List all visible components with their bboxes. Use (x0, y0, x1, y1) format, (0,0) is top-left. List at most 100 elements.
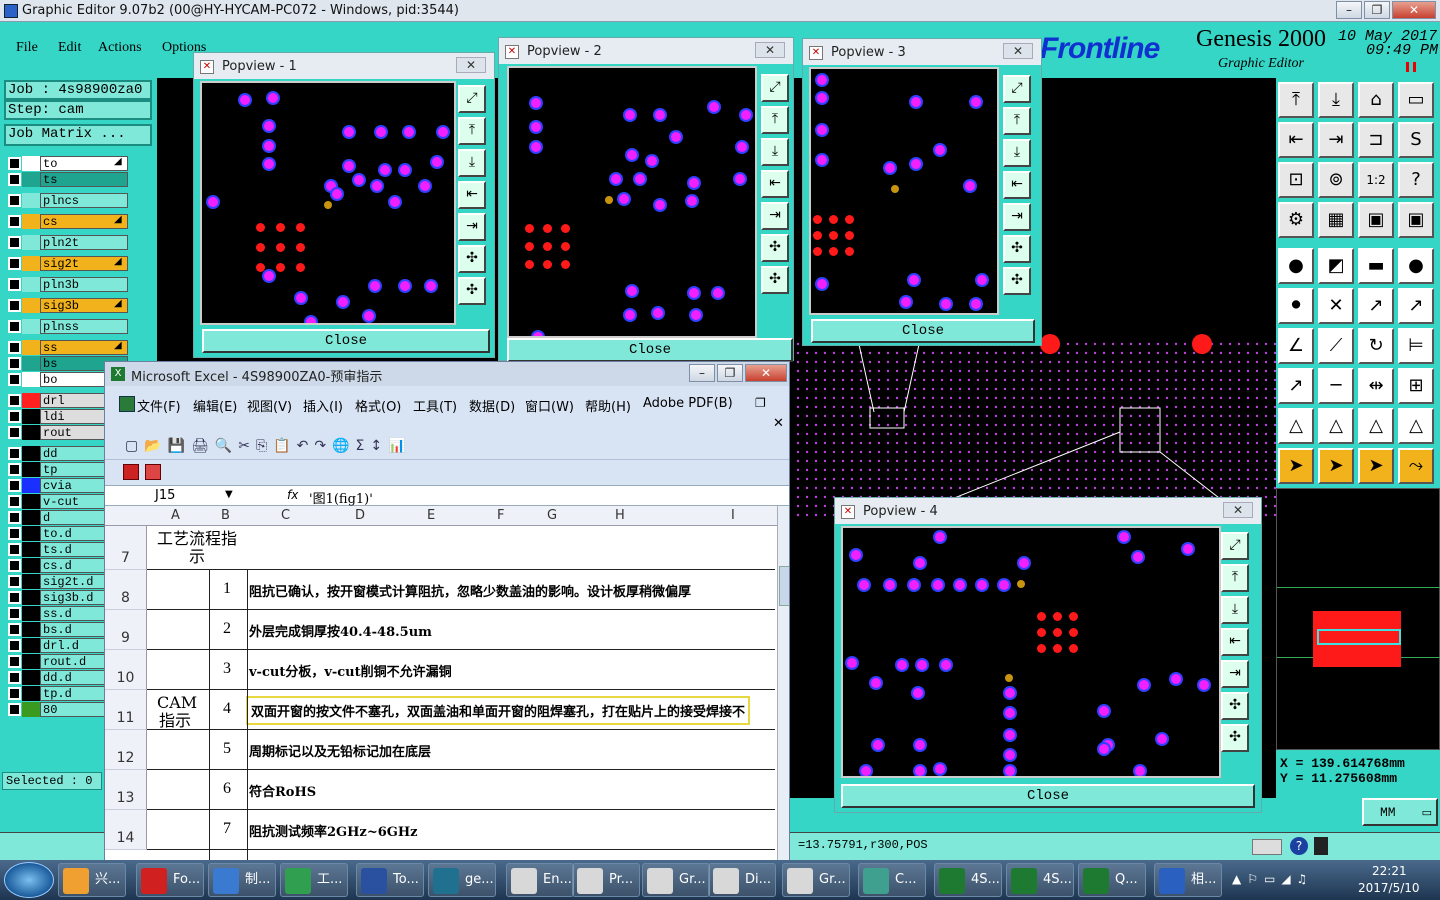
layer-color-swatch[interactable] (22, 340, 40, 355)
zoom-in-icon[interactable]: ⤒ (458, 117, 486, 145)
layer-row[interactable]: ts (6, 172, 128, 187)
layer-name[interactable]: pln2t (40, 235, 128, 250)
layer-color-swatch[interactable] (22, 277, 40, 292)
zoom-home-icon[interactable]: ⤢ (1003, 75, 1031, 103)
taskbar-button[interactable]: Di... (708, 863, 776, 897)
zoom-out-icon[interactable]: ⤓ (761, 138, 789, 166)
fit-icon[interactable]: ⊡ (1278, 162, 1314, 198)
excel-menu-item[interactable]: 工具(T) (413, 396, 457, 415)
layer-checkbox[interactable] (8, 194, 21, 207)
layer-color-swatch[interactable] (22, 462, 40, 477)
taskbar-button[interactable]: 4S... (1006, 863, 1074, 897)
pan-right-icon[interactable]: ⇥ (1003, 203, 1031, 231)
row-number-cell[interactable]: 3 (209, 660, 245, 678)
layer-row[interactable]: sig3b ◢ (6, 298, 128, 313)
layer-checkbox[interactable] (8, 215, 21, 228)
layer-checkbox[interactable] (8, 257, 21, 270)
layer-color-swatch[interactable] (22, 256, 40, 271)
keyboard-icon[interactable] (1252, 839, 1282, 855)
rotate-icon[interactable]: ↻ (1358, 328, 1394, 364)
pdf-email-icon[interactable] (145, 464, 161, 480)
angle-icon[interactable]: ∠ (1278, 328, 1314, 364)
home-icon[interactable]: ⌂ (1358, 82, 1394, 118)
excel-menu-item[interactable]: 帮助(H) (585, 396, 631, 415)
row-number-cell[interactable]: 2 (209, 620, 245, 638)
layer-checkbox[interactable] (8, 173, 21, 186)
layer-name[interactable]: pln3b (40, 277, 128, 292)
row-header[interactable]: 9 (105, 610, 147, 650)
layer-color-swatch[interactable] (22, 638, 40, 653)
menu-edit[interactable]: Edit (58, 40, 81, 56)
fit-icon[interactable]: ✣ (1003, 235, 1031, 263)
process-header-cell[interactable]: 工艺流程指示 (151, 530, 243, 566)
pad-icon[interactable]: ● (1278, 248, 1314, 284)
row-header[interactable]: 11 (105, 690, 147, 730)
popview-canvas[interactable] (809, 67, 999, 315)
layer-color-swatch[interactable] (22, 622, 40, 637)
center-icon[interactable]: ✣ (761, 266, 789, 294)
layer-color-swatch[interactable] (22, 686, 40, 701)
table-row[interactable]: 2 外层完成铜厚按40.4-48.5um (147, 610, 775, 650)
taskbar-button[interactable]: Gr... (782, 863, 850, 897)
popview-close-x-button[interactable]: ✕ (456, 57, 486, 73)
sheet-grid[interactable]: 7 8 1 阻抗已确认，按开窗模式计算阻抗，忽略少数盖油的影响。设计板厚稍微偏厚 9 2 外… (105, 526, 777, 860)
grid-icon[interactable]: ▦ (1318, 202, 1354, 238)
layer-checkbox[interactable] (8, 623, 21, 636)
layer-checkbox[interactable] (8, 447, 21, 460)
excel-close-doc-icon[interactable]: ✕ (773, 416, 784, 431)
layer-color-swatch[interactable] (22, 590, 40, 605)
path-icon[interactable]: ⤳ (1398, 448, 1434, 484)
triangle-alt-icon[interactable]: △ (1318, 408, 1354, 444)
layer-color-swatch[interactable] (22, 372, 40, 387)
row-number-cell[interactable]: 5 (209, 740, 245, 758)
excel-menu-item[interactable]: 插入(I) (303, 396, 343, 415)
table-row[interactable]: 4 双面开窗的按文件不塞孔，双面盖油和单面开窗的阻焊塞孔，打在贴片上的接受焊接不 (147, 690, 775, 730)
layer-color-swatch[interactable] (22, 542, 40, 557)
row-number-cell[interactable]: 6 (209, 780, 245, 798)
scroll-thumb[interactable] (779, 566, 789, 606)
column-header[interactable]: H (615, 508, 625, 523)
taskbar-button[interactable]: 相... (1154, 863, 1222, 897)
instruction-cell[interactable]: 阻抗测试频率2GHz~6GHz (249, 821, 418, 840)
stop-icon[interactable] (1314, 837, 1328, 855)
layer-color-swatch[interactable] (22, 214, 40, 229)
layer-color-swatch[interactable] (22, 393, 40, 408)
layer-checkbox[interactable] (8, 394, 21, 407)
taskbar-button[interactable]: En... (506, 863, 574, 897)
layer-checkbox[interactable] (8, 527, 21, 540)
pan-left-icon[interactable]: ⇤ (1221, 628, 1249, 656)
pan-right-icon[interactable]: ⇥ (1221, 660, 1249, 688)
zoom-in-icon[interactable]: ⤒ (1221, 564, 1249, 592)
layer-checkbox[interactable] (8, 479, 21, 492)
column-header[interactable]: C (281, 508, 290, 523)
column-header[interactable]: D (355, 508, 365, 523)
select-alt-icon[interactable]: ➤ (1318, 448, 1354, 484)
taskbar-button[interactable]: ge... (428, 863, 496, 897)
zoom-home-icon[interactable]: ⤢ (458, 85, 486, 113)
popview-canvas[interactable] (200, 81, 456, 325)
ruler-icon[interactable]: ▬ (1358, 248, 1394, 284)
column-header[interactable]: F (497, 508, 504, 523)
layer-color-swatch[interactable] (22, 494, 40, 509)
zoom-in-icon[interactable]: ⤒ (761, 106, 789, 134)
table-row[interactable]: 5 周期标记以及无铅标记加在底层 (147, 730, 775, 770)
layer-color-swatch[interactable] (22, 172, 40, 187)
taskbar-button[interactable]: Pr... (572, 863, 640, 897)
circle-icon[interactable]: ● (1398, 248, 1434, 284)
layer-color-swatch[interactable] (22, 702, 40, 717)
triangle-mark-icon[interactable]: △ (1398, 408, 1434, 444)
snap-icon[interactable]: S (1398, 122, 1434, 158)
excel-menu-item[interactable]: 文件(F) (137, 396, 181, 415)
arrow-icon[interactable]: ↗ (1358, 288, 1394, 324)
tray-icons[interactable]: ▲⚐▭◢♫ (1232, 872, 1342, 888)
layer-checkbox[interactable] (8, 357, 21, 370)
instruction-cell[interactable]: 阻抗已确认，按开窗模式计算阻抗，忽略少数盖油的影响。设计板厚稍微偏厚 (249, 581, 691, 600)
clock-time[interactable]: 22:21 (1372, 864, 1407, 878)
settings-icon[interactable]: ⚙ (1278, 202, 1314, 238)
cross-icon[interactable]: ✕ (1318, 288, 1354, 324)
column-header[interactable]: E (427, 508, 435, 523)
layer-checkbox[interactable] (8, 671, 21, 684)
table-row[interactable]: 3 v-cut分板，v-cut削铜不允许漏铜 (147, 650, 775, 690)
pan-left-icon[interactable]: ⇤ (1003, 171, 1031, 199)
instruction-cell[interactable]: 符合RoHS (249, 781, 316, 800)
